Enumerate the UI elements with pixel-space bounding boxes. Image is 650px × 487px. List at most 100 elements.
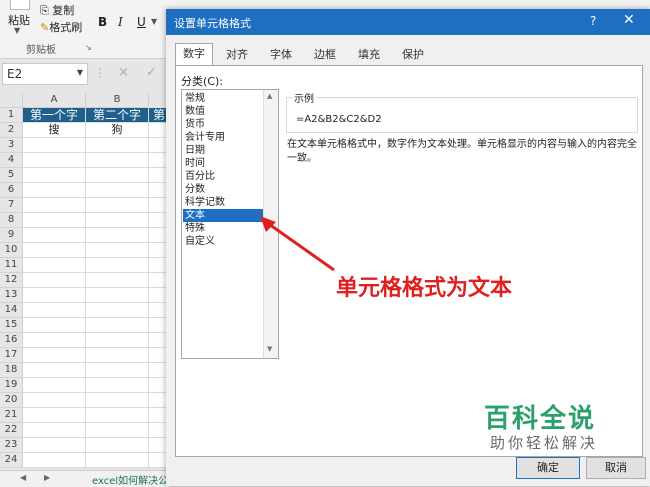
- cancel-entry-icon[interactable]: ×: [118, 65, 129, 80]
- row-header[interactable]: 22: [0, 423, 23, 438]
- column-header-b[interactable]: B: [86, 93, 149, 108]
- grid-cell[interactable]: [23, 183, 86, 198]
- row-header[interactable]: 7: [0, 198, 23, 213]
- grid-cell[interactable]: [23, 348, 86, 363]
- grid-cell[interactable]: [23, 378, 86, 393]
- cell-a2[interactable]: 搜: [23, 123, 86, 138]
- row-header[interactable]: 12: [0, 273, 23, 288]
- grid-cell[interactable]: [23, 408, 86, 423]
- grid-cell[interactable]: [23, 438, 86, 453]
- grid-cell[interactable]: [23, 258, 86, 273]
- row-header[interactable]: 13: [0, 288, 23, 303]
- row-header[interactable]: 3: [0, 138, 23, 153]
- row-header[interactable]: 10: [0, 243, 23, 258]
- close-icon[interactable]: ✕: [623, 12, 635, 28]
- category-item-date[interactable]: 日期: [183, 144, 265, 157]
- row-header[interactable]: 18: [0, 363, 23, 378]
- grid-cell[interactable]: [23, 303, 86, 318]
- paste-dropdown-icon[interactable]: ▼: [14, 26, 20, 35]
- grid-cell[interactable]: [86, 423, 149, 438]
- category-item-accounting[interactable]: 会计专用: [183, 131, 265, 144]
- category-item-currency[interactable]: 货币: [183, 118, 265, 131]
- row-header[interactable]: 23: [0, 438, 23, 453]
- row-header[interactable]: 11: [0, 258, 23, 273]
- underline-button[interactable]: U: [137, 15, 146, 29]
- tab-number[interactable]: 数字: [175, 43, 213, 66]
- grid-cell[interactable]: [86, 408, 149, 423]
- category-item-time[interactable]: 时间: [183, 157, 265, 170]
- name-box[interactable]: E2 ▼: [2, 63, 88, 85]
- row-header[interactable]: 4: [0, 153, 23, 168]
- grid-cell[interactable]: [86, 288, 149, 303]
- grid-cell[interactable]: [86, 213, 149, 228]
- tab-fill[interactable]: 填充: [351, 45, 387, 64]
- category-item-custom[interactable]: 自定义: [183, 235, 265, 248]
- row-header[interactable]: 14: [0, 303, 23, 318]
- category-item-scientific[interactable]: 科学记数: [183, 196, 265, 209]
- grid-cell[interactable]: [86, 363, 149, 378]
- grid-cell[interactable]: [23, 243, 86, 258]
- sheet-tab[interactable]: excel如何解决公: [92, 472, 168, 487]
- grid-cell[interactable]: [86, 378, 149, 393]
- row-header[interactable]: 9: [0, 228, 23, 243]
- confirm-entry-icon[interactable]: ✓: [146, 65, 157, 80]
- grid-cell[interactable]: [86, 438, 149, 453]
- grid-cell[interactable]: [23, 363, 86, 378]
- grid-cell[interactable]: [23, 198, 86, 213]
- dialog-launcher-icon[interactable]: ↘: [85, 43, 92, 52]
- ok-button[interactable]: 确定: [516, 457, 580, 479]
- grid-cell[interactable]: [86, 393, 149, 408]
- grid-cell[interactable]: [23, 168, 86, 183]
- grid-cell[interactable]: [86, 138, 149, 153]
- grid-cell[interactable]: [86, 348, 149, 363]
- category-item-fraction[interactable]: 分数: [183, 183, 265, 196]
- grid-cell[interactable]: [86, 228, 149, 243]
- dialog-title-bar[interactable]: 设置单元格格式 ? ✕: [166, 9, 650, 35]
- tab-protection[interactable]: 保护: [395, 45, 431, 64]
- grid-cell[interactable]: [86, 318, 149, 333]
- row-header[interactable]: 15: [0, 318, 23, 333]
- chevron-down-icon[interactable]: ▼: [77, 68, 83, 77]
- scroll-right-icon[interactable]: ▶: [44, 473, 50, 482]
- grid-cell[interactable]: [86, 258, 149, 273]
- grid-cell[interactable]: [86, 273, 149, 288]
- grid-cell[interactable]: [23, 138, 86, 153]
- row-header[interactable]: 5: [0, 168, 23, 183]
- copy-button[interactable]: ⎘ 复制: [40, 2, 74, 18]
- category-item-number[interactable]: 数值: [183, 105, 265, 118]
- grid-cell[interactable]: [86, 333, 149, 348]
- category-item-percentage[interactable]: 百分比: [183, 170, 265, 183]
- row-header[interactable]: 17: [0, 348, 23, 363]
- format-painter-button[interactable]: ✎格式刷: [40, 19, 82, 35]
- scroll-up-icon[interactable]: ▲: [267, 92, 272, 100]
- italic-button[interactable]: I: [118, 15, 123, 29]
- grid-cell[interactable]: [23, 273, 86, 288]
- row-header[interactable]: 6: [0, 183, 23, 198]
- grid-cell[interactable]: [23, 318, 86, 333]
- row-header[interactable]: 8: [0, 213, 23, 228]
- category-item-text[interactable]: 文本: [183, 209, 265, 222]
- cell-b2[interactable]: 狗: [86, 123, 149, 138]
- grid-cell[interactable]: [86, 198, 149, 213]
- category-item-special[interactable]: 特殊: [183, 222, 265, 235]
- grid-cell[interactable]: [86, 168, 149, 183]
- help-icon[interactable]: ?: [590, 14, 596, 28]
- row-header[interactable]: 24: [0, 453, 23, 468]
- row-header[interactable]: 1: [0, 108, 23, 123]
- grid-cell[interactable]: [23, 333, 86, 348]
- column-header-a[interactable]: A: [23, 93, 86, 108]
- select-all-corner[interactable]: [0, 93, 23, 108]
- cancel-button[interactable]: 取消: [586, 457, 646, 479]
- scroll-down-icon[interactable]: ▼: [267, 345, 272, 353]
- scroll-left-icon[interactable]: ◀: [20, 473, 26, 482]
- grid-cell[interactable]: [86, 183, 149, 198]
- row-header[interactable]: 19: [0, 378, 23, 393]
- tab-border[interactable]: 边框: [307, 45, 343, 64]
- grid-cell[interactable]: [23, 453, 86, 468]
- underline-dropdown-icon[interactable]: ▼: [151, 17, 157, 26]
- grid-cell[interactable]: [23, 423, 86, 438]
- grid-cell[interactable]: [23, 228, 86, 243]
- row-header[interactable]: 2: [0, 123, 23, 138]
- grid-cell[interactable]: [23, 393, 86, 408]
- grid-cell[interactable]: [86, 303, 149, 318]
